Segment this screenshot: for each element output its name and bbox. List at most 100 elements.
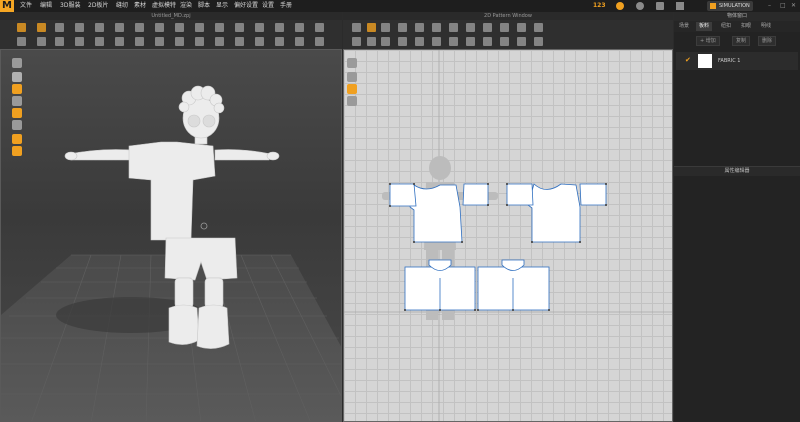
menu-settings[interactable]: 设置 <box>262 0 274 12</box>
close-icon[interactable]: ✕ <box>791 0 796 12</box>
copy-button[interactable]: 复制 <box>732 36 751 46</box>
tool-button[interactable] <box>352 37 361 46</box>
tool-button[interactable] <box>398 23 407 32</box>
menu-edit[interactable]: 编辑 <box>40 0 52 12</box>
menu-preferences[interactable]: 偏好设置 <box>234 0 258 12</box>
tool-button[interactable] <box>135 37 144 46</box>
viewport-2d[interactable] <box>343 49 673 422</box>
tab-fabric[interactable]: 板料 <box>696 22 713 31</box>
menu-sewing[interactable]: 缝纫 <box>116 0 128 12</box>
tool-button[interactable] <box>135 23 144 32</box>
tool-button[interactable] <box>315 23 324 32</box>
tool-button[interactable] <box>517 23 526 32</box>
avatar-icon[interactable] <box>12 96 22 106</box>
tool-button[interactable] <box>449 37 458 46</box>
tool-button[interactable] <box>95 23 104 32</box>
tool-button[interactable] <box>115 23 124 32</box>
menu-3d-garment[interactable]: 3D服装 <box>60 0 80 12</box>
tool-button[interactable] <box>517 37 526 46</box>
tab-scene[interactable]: 场景 <box>676 22 692 31</box>
tool-button[interactable] <box>195 23 204 32</box>
add-button[interactable]: + 增加 <box>696 36 720 46</box>
grid-icon[interactable] <box>676 2 684 10</box>
fabric-icon[interactable] <box>12 84 22 94</box>
pattern-back-sleeve-left[interactable] <box>506 183 534 206</box>
notification-icon[interactable] <box>656 2 664 10</box>
tool-button[interactable] <box>352 23 361 32</box>
tool-button[interactable] <box>381 37 390 46</box>
tool-button[interactable] <box>75 23 84 32</box>
tool-button[interactable] <box>255 37 264 46</box>
pattern-shirt-back[interactable] <box>527 183 581 243</box>
tool-button[interactable] <box>415 37 424 46</box>
pin-icon[interactable] <box>12 120 22 130</box>
pattern-shorts-right[interactable] <box>477 259 550 311</box>
pattern-icon[interactable] <box>347 72 357 82</box>
texture-icon[interactable] <box>12 108 22 118</box>
tab-topstitch[interactable]: 明线 <box>758 22 774 31</box>
tool-button[interactable] <box>175 37 184 46</box>
cloud-icon[interactable] <box>616 2 624 10</box>
menu-manual[interactable]: 手册 <box>280 0 292 12</box>
maximize-icon[interactable]: □ <box>780 0 786 12</box>
tool-button[interactable] <box>483 37 492 46</box>
texture-icon[interactable] <box>347 96 357 106</box>
tool-button[interactable] <box>295 37 304 46</box>
fabric-icon[interactable] <box>347 84 357 94</box>
tool-button[interactable] <box>275 23 284 32</box>
camera-icon[interactable] <box>347 58 357 68</box>
garment-icon[interactable] <box>12 72 22 82</box>
tool-button[interactable] <box>367 37 376 46</box>
select-tool-button[interactable] <box>17 23 26 32</box>
tool-button[interactable] <box>483 23 492 32</box>
fabric-list-item[interactable]: ✔ FABRIC 1 <box>676 52 798 70</box>
tool-button[interactable] <box>155 23 164 32</box>
tab-buttonhole[interactable]: 扣眼 <box>738 22 754 31</box>
tool-button[interactable] <box>432 23 441 32</box>
tool-button[interactable] <box>398 37 407 46</box>
menu-render[interactable]: 渲染 <box>180 0 192 12</box>
menu-display[interactable]: 显示 <box>216 0 228 12</box>
simulation-button[interactable]: SIMULATION <box>707 1 753 11</box>
tool-button[interactable] <box>115 37 124 46</box>
tool-button[interactable] <box>255 23 264 32</box>
tool-button[interactable] <box>215 23 224 32</box>
menu-script[interactable]: 脚本 <box>198 0 210 12</box>
tool-button[interactable] <box>37 37 46 46</box>
pattern-sleeve-right[interactable] <box>462 183 489 206</box>
pattern-sleeve-left[interactable] <box>389 183 417 207</box>
tool-button[interactable] <box>275 37 284 46</box>
tool-button[interactable] <box>449 23 458 32</box>
tool-button[interactable] <box>17 37 26 46</box>
tool-button[interactable] <box>415 23 424 32</box>
tool-button[interactable] <box>534 23 543 32</box>
tool-button[interactable] <box>466 37 475 46</box>
move-tool-button[interactable] <box>37 23 46 32</box>
camera-icon[interactable] <box>12 58 22 68</box>
user-icon[interactable] <box>636 2 644 10</box>
tool-button[interactable] <box>55 23 64 32</box>
tool-button[interactable] <box>215 37 224 46</box>
menu-2d-pattern[interactable]: 2D板片 <box>88 0 108 12</box>
tool-button[interactable] <box>500 37 509 46</box>
tool-button[interactable] <box>432 37 441 46</box>
hair-icon[interactable] <box>12 146 22 156</box>
menu-avatar[interactable]: 虚拟模特 <box>152 0 176 12</box>
tool-button[interactable] <box>95 37 104 46</box>
tab-button[interactable]: 纽扣 <box>718 22 734 31</box>
tool-button[interactable] <box>195 37 204 46</box>
tool-button[interactable] <box>75 37 84 46</box>
skin-icon[interactable] <box>12 134 22 144</box>
viewport-3d[interactable] <box>0 49 342 422</box>
tool-button[interactable] <box>295 23 304 32</box>
pattern-shirt-front[interactable] <box>409 184 463 243</box>
app-logo[interactable]: M <box>0 0 14 12</box>
tool-button[interactable] <box>55 37 64 46</box>
tool-button[interactable] <box>315 37 324 46</box>
tool-button[interactable] <box>466 23 475 32</box>
tool-button[interactable] <box>175 23 184 32</box>
edit-pattern-button[interactable] <box>367 23 376 32</box>
pattern-shorts-left[interactable] <box>404 259 476 311</box>
tool-button[interactable] <box>155 37 164 46</box>
delete-button[interactable]: 删除 <box>758 36 777 46</box>
